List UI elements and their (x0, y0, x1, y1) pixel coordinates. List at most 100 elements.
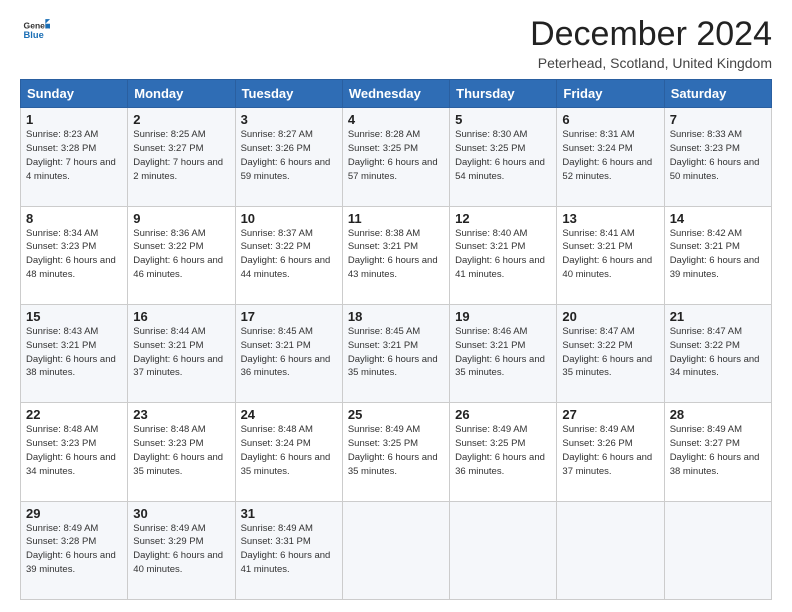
day-number: 30 (133, 506, 229, 521)
calendar-cell: 31 Sunrise: 8:49 AMSunset: 3:31 PMDaylig… (235, 501, 342, 599)
day-number: 22 (26, 407, 122, 422)
day-info: Sunrise: 8:48 AMSunset: 3:24 PMDaylight:… (241, 423, 337, 478)
calendar-cell: 24 Sunrise: 8:48 AMSunset: 3:24 PMDaylig… (235, 403, 342, 501)
day-number: 17 (241, 309, 337, 324)
day-number: 9 (133, 211, 229, 226)
day-number: 15 (26, 309, 122, 324)
day-info: Sunrise: 8:45 AMSunset: 3:21 PMDaylight:… (348, 325, 444, 380)
calendar-cell (450, 501, 557, 599)
calendar-cell: 20 Sunrise: 8:47 AMSunset: 3:22 PMDaylig… (557, 305, 664, 403)
logo-icon: General Blue (22, 16, 50, 44)
day-number: 10 (241, 211, 337, 226)
day-info: Sunrise: 8:47 AMSunset: 3:22 PMDaylight:… (670, 325, 766, 380)
day-info: Sunrise: 8:44 AMSunset: 3:21 PMDaylight:… (133, 325, 229, 380)
calendar-cell: 2 Sunrise: 8:25 AMSunset: 3:27 PMDayligh… (128, 108, 235, 206)
day-number: 21 (670, 309, 766, 324)
calendar-cell: 5 Sunrise: 8:30 AMSunset: 3:25 PMDayligh… (450, 108, 557, 206)
day-info: Sunrise: 8:38 AMSunset: 3:21 PMDaylight:… (348, 227, 444, 282)
day-info: Sunrise: 8:49 AMSunset: 3:25 PMDaylight:… (348, 423, 444, 478)
day-info: Sunrise: 8:43 AMSunset: 3:21 PMDaylight:… (26, 325, 122, 380)
logo: General Blue (20, 16, 50, 44)
day-info: Sunrise: 8:46 AMSunset: 3:21 PMDaylight:… (455, 325, 551, 380)
calendar-cell: 6 Sunrise: 8:31 AMSunset: 3:24 PMDayligh… (557, 108, 664, 206)
calendar-cell: 19 Sunrise: 8:46 AMSunset: 3:21 PMDaylig… (450, 305, 557, 403)
calendar-cell: 9 Sunrise: 8:36 AMSunset: 3:22 PMDayligh… (128, 206, 235, 304)
calendar-cell (664, 501, 771, 599)
day-number: 19 (455, 309, 551, 324)
subtitle: Peterhead, Scotland, United Kingdom (530, 55, 772, 71)
day-number: 23 (133, 407, 229, 422)
day-number: 25 (348, 407, 444, 422)
day-info: Sunrise: 8:40 AMSunset: 3:21 PMDaylight:… (455, 227, 551, 282)
page: General Blue December 2024 Peterhead, Sc… (0, 0, 792, 612)
calendar-cell (342, 501, 449, 599)
day-number: 24 (241, 407, 337, 422)
header: General Blue December 2024 Peterhead, Sc… (20, 16, 772, 71)
day-info: Sunrise: 8:28 AMSunset: 3:25 PMDaylight:… (348, 128, 444, 183)
calendar-day-header: Monday (128, 80, 235, 108)
calendar-cell: 10 Sunrise: 8:37 AMSunset: 3:22 PMDaylig… (235, 206, 342, 304)
calendar-cell: 28 Sunrise: 8:49 AMSunset: 3:27 PMDaylig… (664, 403, 771, 501)
day-number: 16 (133, 309, 229, 324)
day-info: Sunrise: 8:23 AMSunset: 3:28 PMDaylight:… (26, 128, 122, 183)
day-number: 1 (26, 112, 122, 127)
day-number: 28 (670, 407, 766, 422)
calendar-cell: 22 Sunrise: 8:48 AMSunset: 3:23 PMDaylig… (21, 403, 128, 501)
main-title: December 2024 (530, 16, 772, 53)
calendar-cell: 27 Sunrise: 8:49 AMSunset: 3:26 PMDaylig… (557, 403, 664, 501)
day-number: 26 (455, 407, 551, 422)
day-number: 7 (670, 112, 766, 127)
calendar-cell: 17 Sunrise: 8:45 AMSunset: 3:21 PMDaylig… (235, 305, 342, 403)
title-block: December 2024 Peterhead, Scotland, Unite… (530, 16, 772, 71)
calendar-day-header: Saturday (664, 80, 771, 108)
calendar-week-row: 8 Sunrise: 8:34 AMSunset: 3:23 PMDayligh… (21, 206, 772, 304)
day-number: 3 (241, 112, 337, 127)
day-info: Sunrise: 8:42 AMSunset: 3:21 PMDaylight:… (670, 227, 766, 282)
calendar-cell: 16 Sunrise: 8:44 AMSunset: 3:21 PMDaylig… (128, 305, 235, 403)
day-number: 5 (455, 112, 551, 127)
svg-text:Blue: Blue (24, 30, 44, 40)
calendar-cell: 1 Sunrise: 8:23 AMSunset: 3:28 PMDayligh… (21, 108, 128, 206)
calendar-cell: 23 Sunrise: 8:48 AMSunset: 3:23 PMDaylig… (128, 403, 235, 501)
calendar-cell: 18 Sunrise: 8:45 AMSunset: 3:21 PMDaylig… (342, 305, 449, 403)
day-info: Sunrise: 8:48 AMSunset: 3:23 PMDaylight:… (26, 423, 122, 478)
calendar-cell: 21 Sunrise: 8:47 AMSunset: 3:22 PMDaylig… (664, 305, 771, 403)
calendar-day-header: Tuesday (235, 80, 342, 108)
calendar-cell: 13 Sunrise: 8:41 AMSunset: 3:21 PMDaylig… (557, 206, 664, 304)
day-info: Sunrise: 8:30 AMSunset: 3:25 PMDaylight:… (455, 128, 551, 183)
calendar-cell: 14 Sunrise: 8:42 AMSunset: 3:21 PMDaylig… (664, 206, 771, 304)
day-info: Sunrise: 8:41 AMSunset: 3:21 PMDaylight:… (562, 227, 658, 282)
calendar-cell: 25 Sunrise: 8:49 AMSunset: 3:25 PMDaylig… (342, 403, 449, 501)
calendar-cell: 11 Sunrise: 8:38 AMSunset: 3:21 PMDaylig… (342, 206, 449, 304)
day-info: Sunrise: 8:47 AMSunset: 3:22 PMDaylight:… (562, 325, 658, 380)
day-number: 8 (26, 211, 122, 226)
calendar-cell: 3 Sunrise: 8:27 AMSunset: 3:26 PMDayligh… (235, 108, 342, 206)
day-info: Sunrise: 8:49 AMSunset: 3:26 PMDaylight:… (562, 423, 658, 478)
calendar-cell: 8 Sunrise: 8:34 AMSunset: 3:23 PMDayligh… (21, 206, 128, 304)
day-info: Sunrise: 8:49 AMSunset: 3:27 PMDaylight:… (670, 423, 766, 478)
day-number: 6 (562, 112, 658, 127)
day-number: 20 (562, 309, 658, 324)
day-info: Sunrise: 8:48 AMSunset: 3:23 PMDaylight:… (133, 423, 229, 478)
day-info: Sunrise: 8:25 AMSunset: 3:27 PMDaylight:… (133, 128, 229, 183)
calendar-cell: 30 Sunrise: 8:49 AMSunset: 3:29 PMDaylig… (128, 501, 235, 599)
calendar-header-row: SundayMondayTuesdayWednesdayThursdayFrid… (21, 80, 772, 108)
day-info: Sunrise: 8:49 AMSunset: 3:28 PMDaylight:… (26, 522, 122, 577)
day-info: Sunrise: 8:27 AMSunset: 3:26 PMDaylight:… (241, 128, 337, 183)
day-info: Sunrise: 8:33 AMSunset: 3:23 PMDaylight:… (670, 128, 766, 183)
day-info: Sunrise: 8:49 AMSunset: 3:25 PMDaylight:… (455, 423, 551, 478)
calendar-cell: 12 Sunrise: 8:40 AMSunset: 3:21 PMDaylig… (450, 206, 557, 304)
calendar-cell: 29 Sunrise: 8:49 AMSunset: 3:28 PMDaylig… (21, 501, 128, 599)
day-number: 29 (26, 506, 122, 521)
day-info: Sunrise: 8:34 AMSunset: 3:23 PMDaylight:… (26, 227, 122, 282)
calendar-week-row: 29 Sunrise: 8:49 AMSunset: 3:28 PMDaylig… (21, 501, 772, 599)
day-number: 31 (241, 506, 337, 521)
calendar-day-header: Thursday (450, 80, 557, 108)
day-info: Sunrise: 8:49 AMSunset: 3:31 PMDaylight:… (241, 522, 337, 577)
day-info: Sunrise: 8:31 AMSunset: 3:24 PMDaylight:… (562, 128, 658, 183)
calendar-cell: 26 Sunrise: 8:49 AMSunset: 3:25 PMDaylig… (450, 403, 557, 501)
day-number: 14 (670, 211, 766, 226)
day-number: 27 (562, 407, 658, 422)
calendar-week-row: 15 Sunrise: 8:43 AMSunset: 3:21 PMDaylig… (21, 305, 772, 403)
day-number: 12 (455, 211, 551, 226)
